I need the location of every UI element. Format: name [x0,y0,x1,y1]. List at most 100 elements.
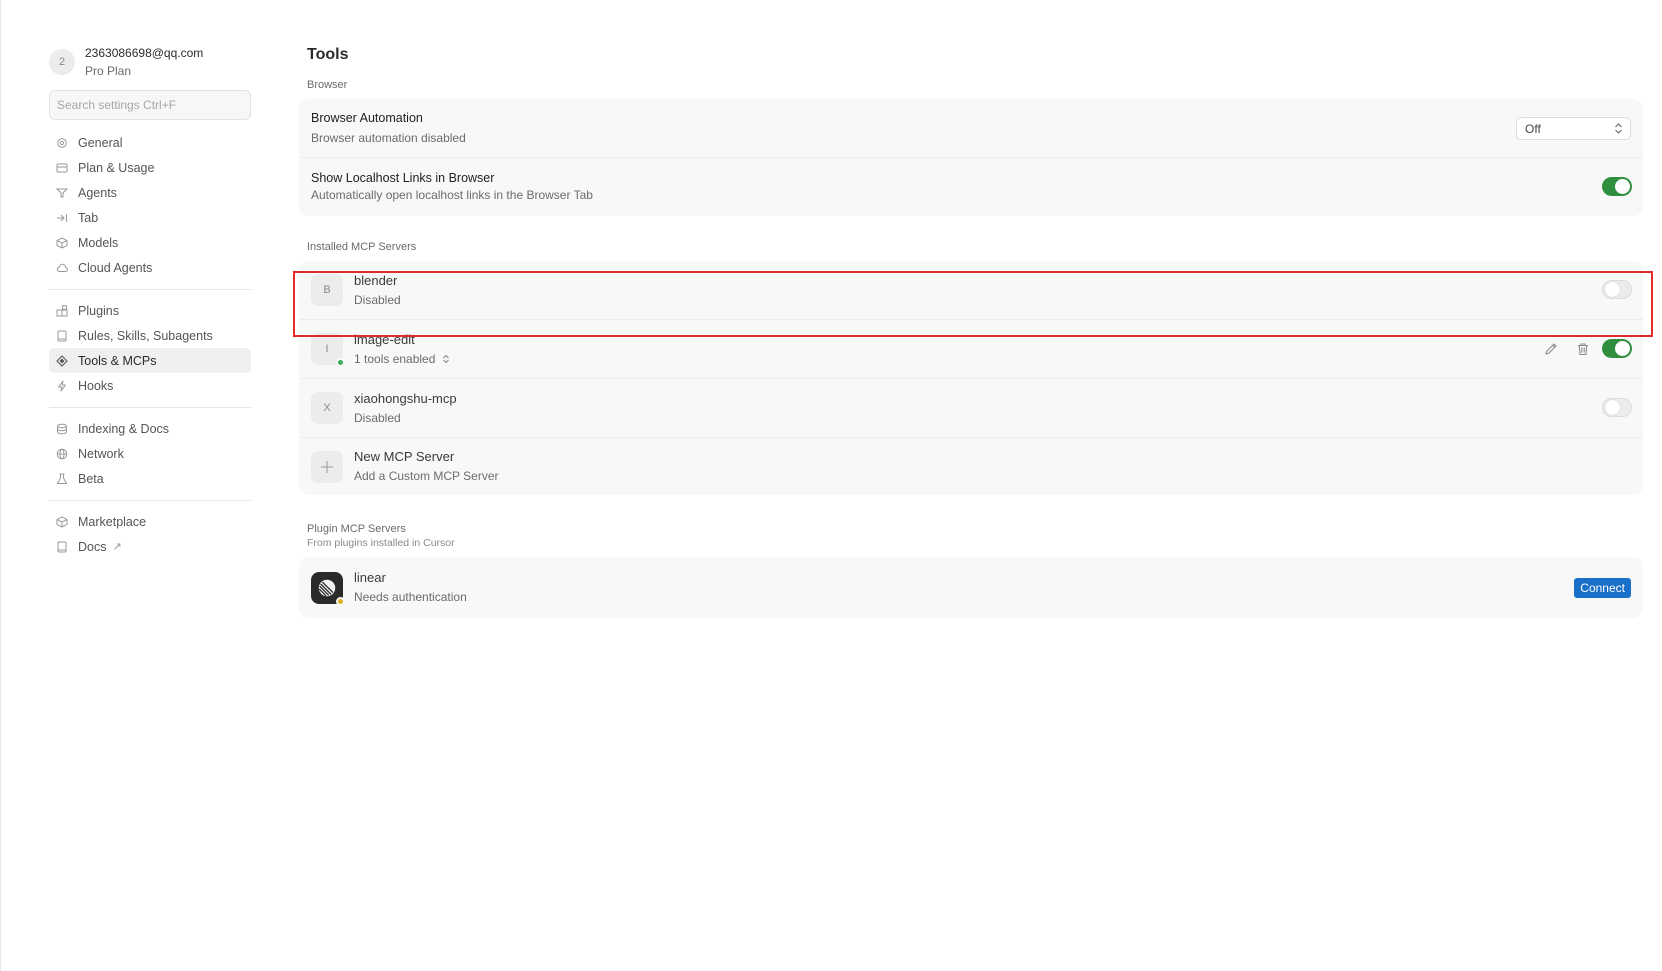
cube-icon [55,236,69,250]
sidebar-item-label: Tools & MCPs [78,353,157,368]
new-mcp-server-row[interactable]: New MCP Server Add a Custom MCP Server [299,438,1643,495]
server-status: Disabled [354,292,401,307]
sidebar-item-label: Agents [78,185,117,200]
server-badge: B [311,274,343,306]
sidebar-divider [49,289,251,290]
infinity-icon [55,186,69,200]
server-name: xiaohongshu-mcp [354,390,457,406]
server-name: image-edit [354,331,415,347]
sidebar-item-tools-mcps[interactable]: Tools & MCPs [49,348,251,373]
sidebar-item-hooks[interactable]: Hooks [49,373,251,398]
sidebar-item-label: Beta [78,471,104,486]
sidebar-divider [49,500,251,501]
sidebar-item-agents[interactable]: Agents [49,180,251,205]
select-chevron-icon [1615,123,1622,134]
nav-group-extensions: Plugins Rules, Skills, Subagents Tools &… [49,298,251,398]
status-dot-icon [336,596,345,606]
server-status: 1 tools enabled [354,351,436,366]
cube-icon [55,515,69,529]
nav-group-main: General Plan & Usage Agents Tab Models C… [49,130,251,280]
sidebar-item-docs[interactable]: Docs ↗ [49,534,251,559]
sidebar-item-models[interactable]: Models [49,230,251,255]
sidebar-item-network[interactable]: Network [49,441,251,466]
plugin-mcp-card: linear Needs authentication Connect [299,557,1643,618]
sidebar-item-marketplace[interactable]: Marketplace [49,509,251,534]
browser-automation-select[interactable]: Off [1516,117,1631,140]
server-status: Needs authentication [354,590,467,604]
edit-pencil-icon[interactable] [1543,341,1559,357]
plugin-icon [55,304,69,318]
chevron-updown-icon [443,355,450,364]
settings-sidebar: 2 2363086698@qq.com Pro Plan General Pla… [49,44,251,559]
status-dot-icon [336,358,345,367]
server-badge: X [311,392,343,424]
plus-icon [311,450,343,483]
browser-automation-subtitle: Browser automation disabled [311,131,466,145]
section-label-installed-mcp: Installed MCP Servers [307,241,417,253]
sidebar-item-plan-usage[interactable]: Plan & Usage [49,155,251,180]
server-name: blender [354,272,398,288]
toggle-knob [1605,400,1620,415]
select-value: Off [1525,121,1541,136]
sidebar-item-label: Marketplace [78,514,147,529]
sidebar-item-tab[interactable]: Tab [49,205,251,230]
new-server-title: New MCP Server [354,449,455,464]
server-toggle[interactable] [1602,280,1632,299]
sidebar-item-label: Plan & Usage [78,160,155,175]
sidebar-item-general[interactable]: General [49,130,251,155]
sidebar-item-beta[interactable]: Beta [49,466,251,491]
page-title: Tools [307,46,349,63]
sidebar-item-label: General [78,135,123,150]
sidebar-item-label: Rules, Skills, Subagents [78,328,213,343]
sidebar-item-rules[interactable]: Rules, Skills, Subagents [49,323,251,348]
section-label-plugin-mcp: Plugin MCP Servers [307,523,406,535]
installed-mcp-card: B blender Disabled I image-edit 1 tools … [299,261,1643,495]
avatar: 2 [49,49,75,75]
account-plan: Pro Plan [85,64,132,78]
section-label-browser: Browser [307,79,348,91]
toggle-knob [1615,179,1630,194]
nav-group-system: Indexing & Docs Network Beta [49,416,251,491]
trash-icon[interactable] [1575,341,1591,357]
server-status: Disabled [354,410,401,425]
nav-group-resources: Marketplace Docs ↗ [49,509,251,559]
tab-arrow-icon [55,211,69,225]
mcp-server-row: B blender Disabled [299,261,1643,320]
search-settings-input[interactable] [49,90,251,120]
settings-main: Tools Browser Browser Automation Browser… [299,44,1643,618]
window-left-border [0,0,1,971]
sidebar-item-indexing-docs[interactable]: Indexing & Docs [49,416,251,441]
account-block: 2 2363086698@qq.com Pro Plan [49,44,251,80]
sidebar-item-cloud-agents[interactable]: Cloud Agents [49,255,251,280]
server-name: linear [354,570,386,585]
sidebar-item-label: Cloud Agents [78,260,153,275]
server-tools-count[interactable]: 1 tools enabled [354,351,450,368]
connect-button[interactable]: Connect [1574,577,1631,598]
sidebar-item-plugins[interactable]: Plugins [49,298,251,323]
mcp-server-row: I image-edit 1 tools enabled [299,320,1643,379]
localhost-links-row: Show Localhost Links in Browser Automati… [299,158,1643,216]
card-icon [55,161,69,175]
sidebar-item-label: Models [78,235,119,250]
sidebar-item-label: Network [78,446,124,461]
globe-icon [55,447,69,461]
localhost-links-toggle[interactable] [1602,177,1632,196]
external-link-icon: ↗ [112,541,122,553]
section-sublabel-plugin-mcp: From plugins installed in Cursor [307,537,455,549]
linear-logo-icon [311,571,345,606]
mcp-server-row: X xiaohongshu-mcp Disabled [299,379,1643,438]
cloud-icon [55,261,69,275]
sidebar-item-label: Plugins [78,303,119,318]
tools-icon [55,354,69,368]
account-email: 2363086698@qq.com [85,46,204,60]
browser-card: Browser Automation Browser automation di… [299,99,1643,216]
server-toggle[interactable] [1602,398,1632,417]
browser-automation-row: Browser Automation Browser automation di… [299,99,1643,158]
sidebar-item-label: Hooks [78,378,114,393]
toggle-knob [1615,341,1630,356]
sidebar-item-label: Tab [78,210,99,225]
new-server-subtitle: Add a Custom MCP Server [354,469,499,483]
sidebar-item-label: Indexing & Docs [78,421,170,436]
sidebar-item-label: Docs [78,539,107,554]
server-toggle[interactable] [1602,339,1632,358]
